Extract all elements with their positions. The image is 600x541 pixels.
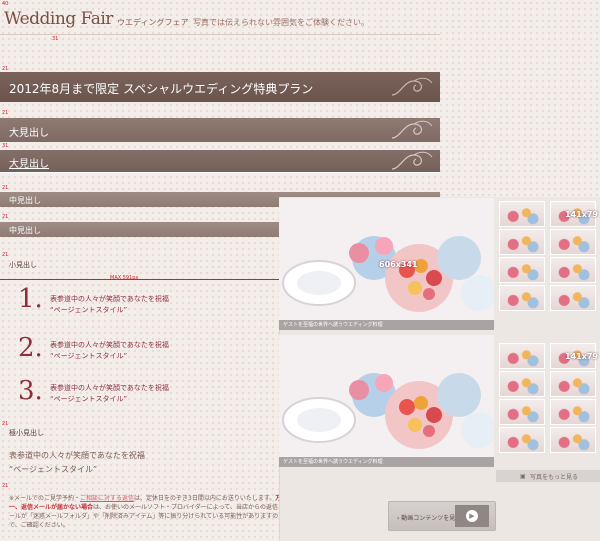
gallery-thumbnail[interactable] bbox=[499, 371, 545, 397]
mid-heading-2: 中見出し bbox=[9, 226, 41, 235]
guide-label-40: 40 bbox=[2, 1, 9, 7]
email-notice: ※メールでのご見学予約・ご相談に対する返信は、定休日をのぞき3日間以内にお送りい… bbox=[9, 494, 289, 530]
list-item-3-line1: 表参道中の人々が笑顔であなたを祝福 bbox=[50, 384, 169, 392]
max-width-guide: MAX 591px bbox=[110, 275, 139, 281]
big-heading-banner-2: 大見出し bbox=[0, 150, 440, 173]
guide-label-21: 21 bbox=[2, 421, 9, 427]
guide-label-21: 21 bbox=[2, 252, 9, 258]
more-photos-button[interactable]: ▣ 写真をもっと見る bbox=[496, 470, 600, 482]
guide-label-21: 21 bbox=[2, 214, 9, 220]
list-item-1-line2: “ページェントスタイル” bbox=[50, 306, 128, 314]
campaign-title-banner: 2012年8月まで限定 スペシャルウエディング特典プラン bbox=[0, 72, 440, 102]
flourish-ornament-icon bbox=[391, 151, 433, 170]
header-divider bbox=[0, 34, 440, 35]
list-item-3-line2: “ページェントスタイル” bbox=[50, 395, 128, 403]
brand-subtitle: ウエディングフェア bbox=[117, 18, 189, 27]
photo-size-label: 606x341 bbox=[379, 260, 418, 269]
list-number-2: 2. bbox=[18, 333, 43, 363]
gallery-thumbnail[interactable] bbox=[499, 229, 545, 255]
flourish-ornament-icon bbox=[391, 120, 433, 139]
gallery-thumbnail[interactable] bbox=[550, 371, 596, 397]
video-content-label: › 動画コンテンツを見る bbox=[397, 515, 462, 522]
thumb-size-label: 141x79 bbox=[565, 210, 598, 219]
video-thumbnail: ▶ bbox=[455, 505, 489, 527]
gallery-thumbnail[interactable] bbox=[550, 229, 596, 255]
big-heading-2: 大見出し bbox=[9, 159, 49, 170]
list-item-2: 表参道中の人々が笑顔であなたを祝福 “ページェントスタイル” bbox=[50, 340, 169, 362]
gallery-thumbnail[interactable] bbox=[499, 427, 545, 453]
list-item-1-line1: 表参道中の人々が笑顔であなたを祝福 bbox=[50, 295, 169, 303]
thumb-size-label: 141x79 bbox=[565, 352, 598, 361]
plain-text-line2: “ページェントスタイル” bbox=[9, 465, 98, 474]
photo-caption-1: ゲストを至福の世界へ誘うウエディング料理 bbox=[279, 320, 494, 330]
notice-text-2: は、定休日をのぞき3日間以内にお送りいたします。 bbox=[134, 495, 276, 502]
photo-caption-2: ゲストを至福の世界へ誘うウエディング料理 bbox=[279, 457, 494, 467]
guide-label-21: 21 bbox=[2, 483, 9, 489]
big-heading-banner-1: 大見出し bbox=[0, 118, 440, 142]
gallery-thumbnail[interactable] bbox=[550, 285, 596, 311]
gallery-thumbnail[interactable] bbox=[550, 399, 596, 425]
mid-heading-1: 中見出し bbox=[9, 196, 41, 205]
video-content-button[interactable]: › 動画コンテンツを見る ▶ bbox=[388, 501, 496, 531]
guide-label-31: 31 bbox=[52, 36, 59, 42]
list-item-1: 表参道中の人々が笑顔であなたを祝福 “ページェントスタイル” bbox=[50, 294, 169, 316]
flourish-ornament-icon bbox=[391, 77, 433, 96]
gallery-thumbnail[interactable] bbox=[499, 399, 545, 425]
gallery-main-photo-2[interactable]: ゲストを至福の世界へ誘うウエディング料理 bbox=[279, 335, 494, 467]
list-number-1: 1. bbox=[18, 284, 43, 314]
camera-icon: ▣ bbox=[520, 473, 526, 480]
more-photos-label: 写真をもっと見る bbox=[530, 474, 579, 481]
gallery-thumbnail[interactable] bbox=[550, 257, 596, 283]
gallery-thumbnail[interactable] bbox=[550, 427, 596, 453]
list-item-2-line2: “ページェントスタイル” bbox=[50, 352, 128, 360]
flower-bouquet-image bbox=[279, 335, 494, 467]
gallery-thumbnail[interactable] bbox=[499, 257, 545, 283]
gallery-thumbnail[interactable] bbox=[499, 285, 545, 311]
play-icon: ▶ bbox=[466, 510, 478, 522]
notice-reply-link[interactable]: ご相談に対する返信 bbox=[80, 495, 134, 502]
gallery-thumbnail[interactable] bbox=[499, 201, 545, 227]
small-heading: 小見出し bbox=[9, 261, 37, 269]
list-number-3: 3. bbox=[18, 376, 43, 406]
header-tagline: 写真では伝えられない雰囲気をご体験ください。 bbox=[193, 18, 369, 27]
list-item-2-line1: 表参道中の人々が笑顔であなたを祝福 bbox=[50, 341, 169, 349]
brand-logo[interactable]: Wedding Fair bbox=[4, 9, 113, 29]
gallery-thumbnail[interactable] bbox=[499, 343, 545, 369]
xsmall-heading: 極小見出し bbox=[9, 429, 44, 437]
gallery-main-photo-1[interactable]: 606x341 ゲストを至福の世界へ誘うウエディング料理 bbox=[279, 198, 494, 330]
max-width-line bbox=[0, 279, 280, 280]
big-heading-1: 大見出し bbox=[9, 128, 49, 139]
plain-text-line1: 表参道中の人々が笑顔であなたを祝福 bbox=[9, 451, 145, 460]
guide-label-21: 21 bbox=[2, 110, 9, 116]
guide-label-21: 21 bbox=[2, 185, 9, 191]
list-item-3: 表参道中の人々が笑顔であなたを祝福 “ページェントスタイル” bbox=[50, 383, 169, 405]
campaign-title: 2012年8月まで限定 スペシャルウエディング特典プラン bbox=[9, 82, 314, 96]
guide-label-31: 31 bbox=[2, 143, 9, 149]
notice-text-1: ※メールでのご見学予約・ bbox=[9, 495, 81, 502]
